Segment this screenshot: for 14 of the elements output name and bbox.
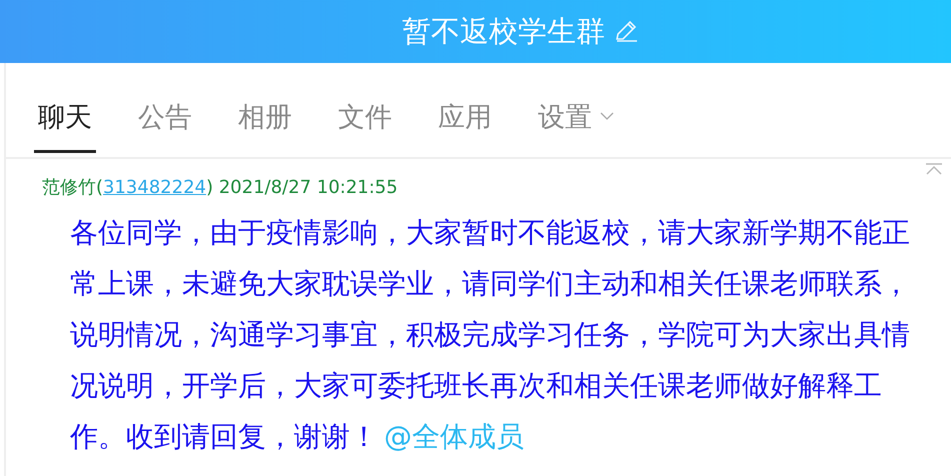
message-header: 范修竹(313482224) 2021/8/27 10:21:55 <box>42 176 399 199</box>
edit-icon[interactable] <box>613 18 639 44</box>
mention-link[interactable]: @全体成员 <box>384 420 524 453</box>
collapse-icon[interactable] <box>925 163 943 175</box>
tab[interactable]: 公告 <box>134 99 196 153</box>
tab[interactable]: 设置 <box>534 99 618 153</box>
chevron-down-icon[interactable] <box>600 111 614 121</box>
tab[interactable]: 相册 <box>234 99 296 153</box>
group-title: 暂不返校学生群 <box>402 12 605 50</box>
message-text: 各位同学，由于疫情影响，大家暂时不能返校，请大家新学期不能正常上课，未避免大家耽误学业，请同学们主动和相关任课老师联系，说明情况，沟通学习事宜，积极完成学习任务，学院可为大家出具情况说明，开学后，大家可委托班长再次和相关任课老师做好解释工作。收到请回复，谢谢！ @全体成员 <box>70 215 911 455</box>
tab[interactable]: 应用 <box>434 99 496 153</box>
tab[interactable]: 文件 <box>334 99 396 153</box>
tab[interactable]: 聊天 <box>34 99 96 153</box>
user-id-link[interactable]: 313482224 <box>103 177 206 198</box>
